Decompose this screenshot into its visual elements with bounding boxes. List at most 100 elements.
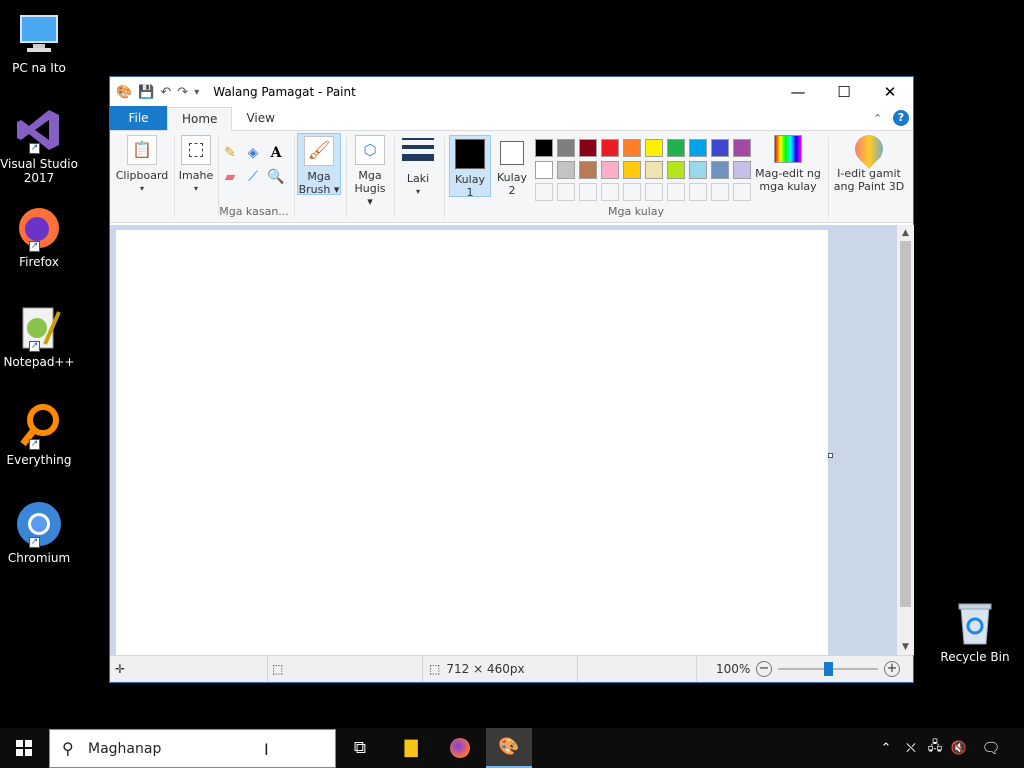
save-icon[interactable]: 💾 bbox=[138, 85, 154, 100]
palette-swatch[interactable] bbox=[601, 139, 619, 157]
palette-swatch[interactable] bbox=[557, 139, 575, 157]
size-button[interactable]: Laki ▾ bbox=[398, 135, 438, 198]
palette-swatch[interactable] bbox=[645, 161, 663, 179]
drawing-canvas[interactable] bbox=[116, 230, 828, 660]
custom-color-slot[interactable] bbox=[623, 183, 641, 201]
redo-icon[interactable]: ↷ bbox=[177, 85, 188, 100]
maximize-button[interactable]: ☐ bbox=[821, 77, 867, 107]
custom-color-slot[interactable] bbox=[667, 183, 685, 201]
paint3d-button[interactable]: I-edit gamit ang Paint 3D bbox=[832, 129, 906, 193]
tab-file[interactable]: File bbox=[110, 106, 167, 130]
paint-taskbar-icon[interactable]: 🎨 bbox=[486, 728, 532, 768]
close-button[interactable]: ✕ bbox=[867, 77, 913, 107]
network-icon[interactable]: 🖧 bbox=[922, 728, 948, 768]
file-explorer-icon[interactable]: ▇ bbox=[388, 728, 434, 768]
notifications-icon[interactable]: 🗨 bbox=[976, 728, 1006, 768]
shapes-button[interactable]: ⬡ Mga Hugis ▾ bbox=[350, 135, 390, 208]
colors-group-label: Mga kulay bbox=[607, 205, 665, 218]
undo-icon[interactable]: ↶ bbox=[160, 85, 171, 100]
color1-swatch bbox=[455, 139, 485, 169]
minimize-button[interactable]: — bbox=[775, 77, 821, 107]
palette-swatch[interactable] bbox=[557, 161, 575, 179]
vertical-scrollbar[interactable]: ▲ ▼ bbox=[897, 225, 914, 655]
magnifier-icon[interactable]: 🔍 bbox=[266, 167, 286, 187]
palette-swatch[interactable] bbox=[733, 139, 751, 157]
desktop-icon-computer[interactable]: PC na Ito bbox=[0, 10, 78, 75]
brushes-label: Mga Brush ▾ bbox=[298, 170, 340, 196]
zoom-controls: 100% − + bbox=[716, 656, 900, 682]
color2-button[interactable]: Kulay 2 bbox=[494, 135, 530, 197]
help-icon[interactable]: ? bbox=[893, 110, 909, 126]
visual-studio-icon: ↗ bbox=[15, 106, 63, 154]
custom-color-slot[interactable] bbox=[579, 183, 597, 201]
palette-swatch[interactable] bbox=[689, 139, 707, 157]
firefox-icon: ↗ bbox=[15, 204, 63, 252]
text-icon[interactable]: A bbox=[266, 143, 286, 163]
custom-color-slot[interactable] bbox=[711, 183, 729, 201]
fill-icon[interactable]: ◈ bbox=[243, 143, 263, 163]
canvas-area bbox=[110, 225, 897, 660]
desktop-icon-label: Chromium bbox=[7, 551, 71, 565]
quick-access-toolbar: 🎨 💾 ↶ ↷ ▾ bbox=[116, 85, 199, 100]
shortcut-arrow-icon: ↗ bbox=[29, 537, 40, 548]
clipboard-button[interactable]: 📋 Clipboard ▾ bbox=[114, 135, 170, 195]
palette-swatch[interactable] bbox=[689, 161, 707, 179]
color1-button[interactable]: Kulay 1 bbox=[449, 135, 491, 199]
color-picker-icon[interactable]: ⟋ bbox=[243, 167, 263, 187]
taskbar-search[interactable]: ⚲ Maghanap I bbox=[49, 729, 336, 768]
desktop-icon-firefox[interactable]: ↗ Firefox bbox=[0, 204, 78, 269]
brushes-button[interactable]: 🖌 Mga Brush ▾ bbox=[297, 133, 341, 196]
desktop-icon-notepad-plus-plus[interactable]: ↗ Notepad++ bbox=[0, 304, 78, 369]
zoom-out-icon[interactable]: − bbox=[756, 661, 772, 677]
edit-colors-button[interactable]: Mag-edit ng mga kulay bbox=[753, 135, 823, 193]
pencil-icon[interactable]: ✎ bbox=[220, 143, 240, 163]
palette-swatch[interactable] bbox=[535, 161, 553, 179]
palette-swatch[interactable] bbox=[623, 161, 641, 179]
volume-muted-icon[interactable]: 🔇 bbox=[946, 728, 972, 768]
taskbar: ⚲ Maghanap I ⧉ ▇ 🎨 ⌃ ⛌ 🖧 🔇 🗨 bbox=[0, 728, 1024, 768]
recycle-bin[interactable]: Recycle Bin bbox=[940, 600, 1010, 664]
custom-color-slot[interactable] bbox=[689, 183, 707, 201]
desktop-icon-everything-search[interactable]: ↗ Everything bbox=[0, 402, 78, 467]
custom-color-slot[interactable] bbox=[557, 183, 575, 201]
palette-swatch[interactable] bbox=[535, 139, 553, 157]
customize-dropdown-icon[interactable]: ▾ bbox=[194, 87, 199, 98]
palette-swatch[interactable] bbox=[645, 139, 663, 157]
scroll-up-icon[interactable]: ▲ bbox=[897, 225, 914, 241]
tab-home[interactable]: Home bbox=[167, 107, 233, 131]
zoom-in-icon[interactable]: + bbox=[884, 661, 900, 677]
custom-color-slot[interactable] bbox=[645, 183, 663, 201]
palette-swatch[interactable] bbox=[579, 139, 597, 157]
tab-view[interactable]: View bbox=[232, 106, 288, 130]
desktop-icon-chromium[interactable]: ↗ Chromium bbox=[0, 500, 78, 565]
clipboard-icon: 📋 bbox=[127, 135, 157, 165]
network-disabled-icon[interactable]: ⛌ bbox=[898, 728, 924, 768]
palette-swatch[interactable] bbox=[623, 139, 641, 157]
zoom-slider[interactable] bbox=[778, 661, 878, 677]
palette-swatch[interactable] bbox=[579, 161, 597, 179]
desktop-icon-visual-studio[interactable]: ↗ Visual Studio 2017 bbox=[0, 106, 78, 185]
scrollbar-thumb[interactable] bbox=[900, 241, 911, 607]
search-input[interactable]: Maghanap bbox=[88, 741, 161, 757]
start-button[interactable] bbox=[0, 728, 48, 768]
collapse-ribbon-icon[interactable]: ⌃ bbox=[873, 108, 893, 130]
palette-swatch[interactable] bbox=[667, 139, 685, 157]
firefox-taskbar-icon[interactable] bbox=[437, 728, 483, 768]
palette-swatch[interactable] bbox=[601, 161, 619, 179]
palette-swatch[interactable] bbox=[667, 161, 685, 179]
shortcut-arrow-icon: ↗ bbox=[29, 341, 40, 352]
task-view-icon[interactable]: ⧉ bbox=[337, 728, 383, 768]
scroll-down-icon[interactable]: ▼ bbox=[897, 639, 914, 655]
tools-group-label: Mga kasan... bbox=[219, 205, 289, 218]
zoom-slider-thumb[interactable] bbox=[823, 662, 833, 676]
custom-color-slot[interactable] bbox=[733, 183, 751, 201]
image-button[interactable]: Imahe ▾ bbox=[176, 135, 216, 195]
custom-color-slot[interactable] bbox=[535, 183, 553, 201]
custom-color-slot[interactable] bbox=[601, 183, 619, 201]
palette-swatch[interactable] bbox=[711, 161, 729, 179]
palette-swatch[interactable] bbox=[711, 139, 729, 157]
shortcut-arrow-icon: ↗ bbox=[29, 439, 40, 450]
palette-swatch[interactable] bbox=[733, 161, 751, 179]
eraser-icon[interactable]: ▰ bbox=[220, 167, 240, 187]
canvas-resize-handle[interactable] bbox=[828, 453, 833, 458]
